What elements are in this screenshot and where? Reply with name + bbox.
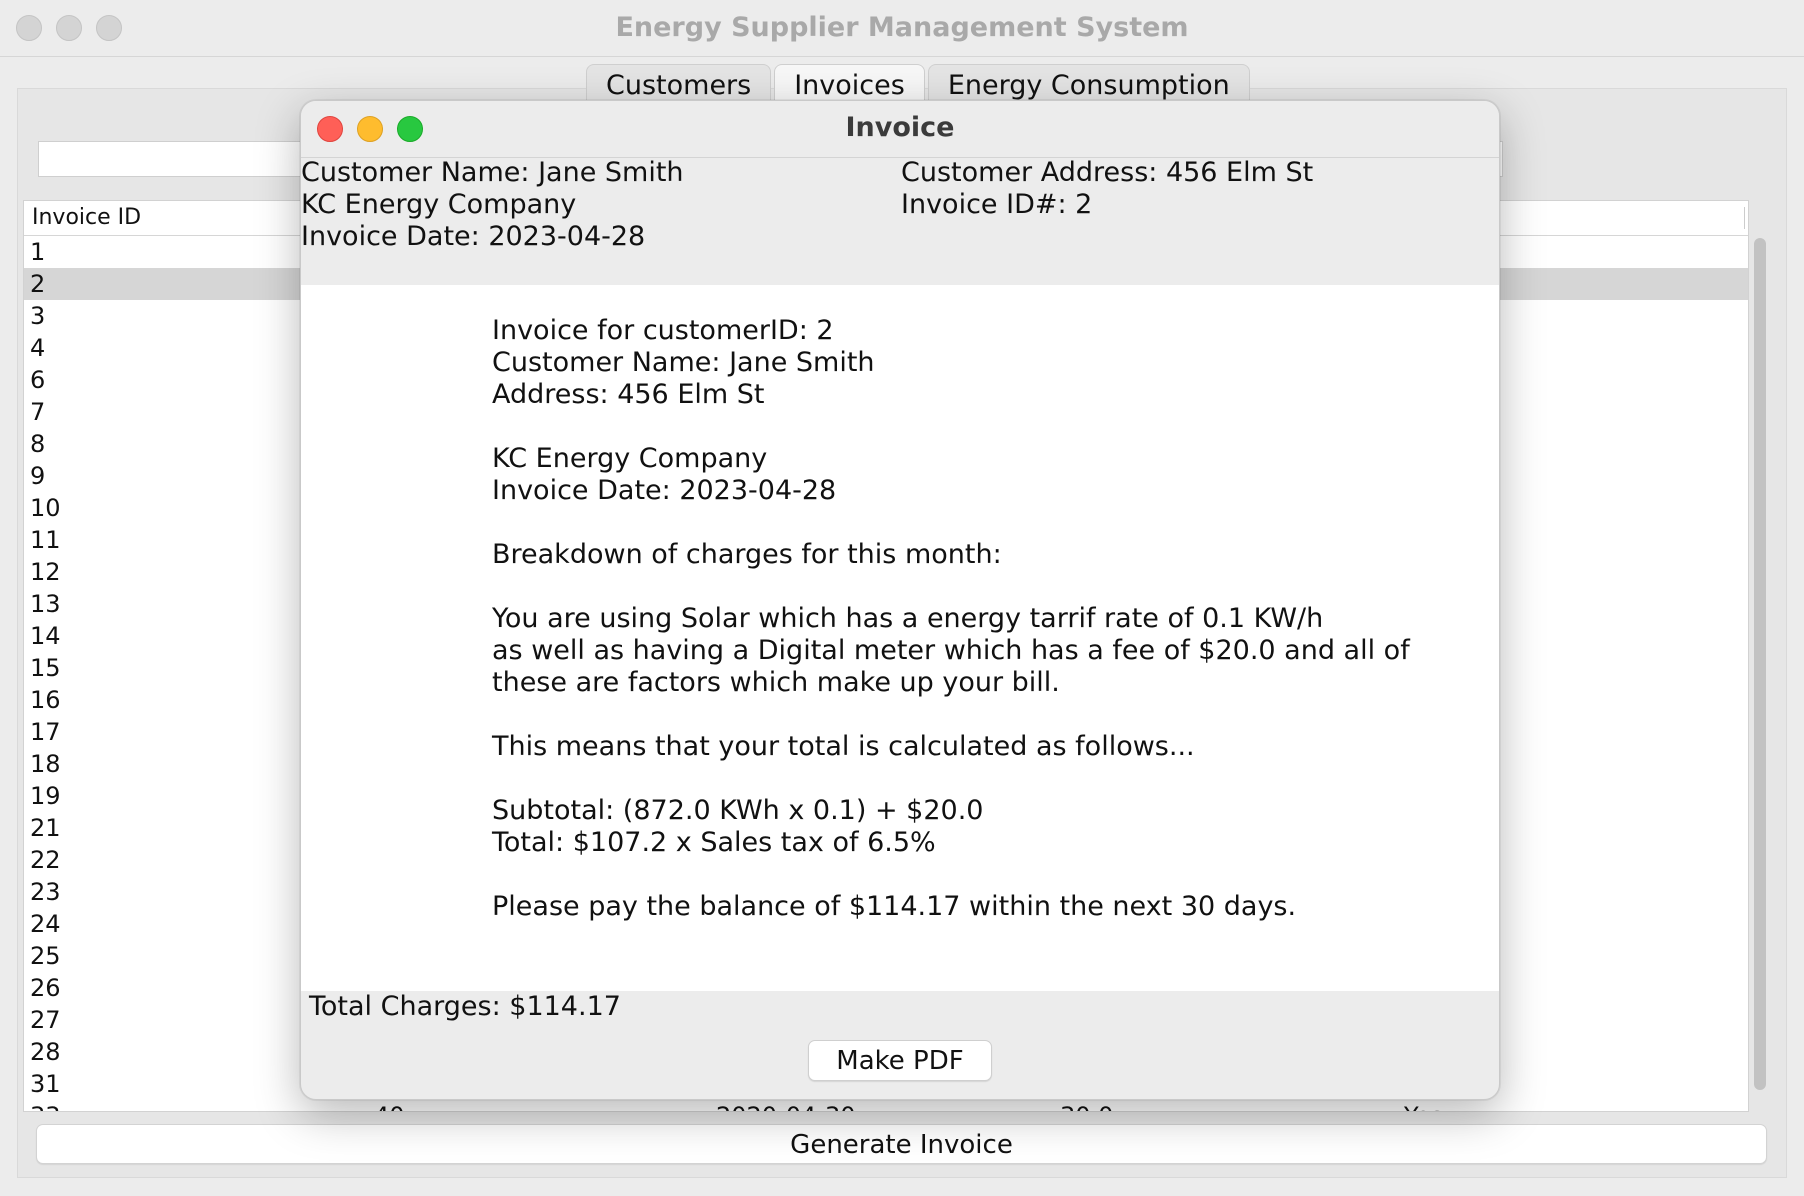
invoice-line: Subtotal: (872.0 KWh x 0.1) + $20.0 (492, 795, 984, 826)
dialog-titlebar: Invoice (301, 101, 1499, 158)
tab-invoices[interactable]: Invoices (774, 64, 925, 102)
tab-bar: Customers Invoices Energy Consumption (586, 64, 1253, 102)
header-invoice-id: Invoice ID#: 2 (901, 189, 1093, 220)
header-customer-name: Customer Name: Jane Smith (301, 157, 684, 188)
invoice-line: these are factors which make up your bil… (492, 667, 1060, 698)
window-title: Energy Supplier Management System (615, 12, 1189, 43)
header-invoice-date: Invoice Date: 2023-04-28 (301, 221, 646, 252)
column-header-invoice-id[interactable]: Invoice ID (32, 205, 141, 230)
header-customer-address: Customer Address: 456 Elm St (901, 157, 1314, 188)
total-charges-label: Total Charges: $114.17 (309, 991, 621, 1022)
partial-cell-date: 2020-04-30 (716, 1100, 855, 1111)
table-scrollbar-thumb[interactable] (1754, 238, 1766, 1090)
invoice-line: This means that your total is calculated… (492, 731, 1195, 762)
invoice-text-area[interactable]: Invoice for customerID: 2 Customer Name:… (301, 285, 1499, 991)
invoice-dialog: Invoice Customer Name: Jane Smith KC Ene… (300, 100, 1500, 1100)
tab-customers[interactable]: Customers (586, 64, 772, 102)
partial-cell-amount: 30.0 (1060, 1100, 1113, 1111)
tab-energy-consumption[interactable]: Energy Consumption (927, 64, 1250, 102)
invoice-line: Breakdown of charges for this month: (492, 539, 1002, 570)
invoice-line: Invoice Date: 2023-04-28 (492, 475, 837, 506)
invoice-line: Total: $107.2 x Sales tax of 6.5% (492, 827, 936, 858)
dialog-title: Invoice (845, 112, 955, 143)
invoice-line: You are using Solar which has a energy t… (492, 603, 1324, 634)
partial-cell-customer: 40 (374, 1100, 405, 1111)
invoice-line: Invoice for customerID: 2 (492, 315, 834, 346)
invoice-text: Invoice for customerID: 2 Customer Name:… (492, 315, 1410, 923)
partial-cell-paid: Yes (1404, 1100, 1443, 1111)
table-row-partial[interactable]: 33 40 2020-04-30 30.0 Yes (24, 1100, 1748, 1111)
invoice-line: Please pay the balance of $114.17 within… (492, 891, 1297, 922)
invoice-line: Address: 456 Elm St (492, 379, 765, 410)
partial-cell-id: 33 (30, 1100, 61, 1111)
make-pdf-button[interactable]: Make PDF (808, 1040, 992, 1081)
invoice-line: KC Energy Company (492, 443, 768, 474)
column-separator (1744, 207, 1745, 229)
main-titlebar: Energy Supplier Management System (0, 0, 1804, 57)
invoice-line: Customer Name: Jane Smith (492, 347, 875, 378)
invoice-line: as well as having a Digital meter which … (492, 635, 1410, 666)
header-company: KC Energy Company (301, 189, 577, 220)
generate-invoice-button[interactable]: Generate Invoice (36, 1124, 1767, 1164)
